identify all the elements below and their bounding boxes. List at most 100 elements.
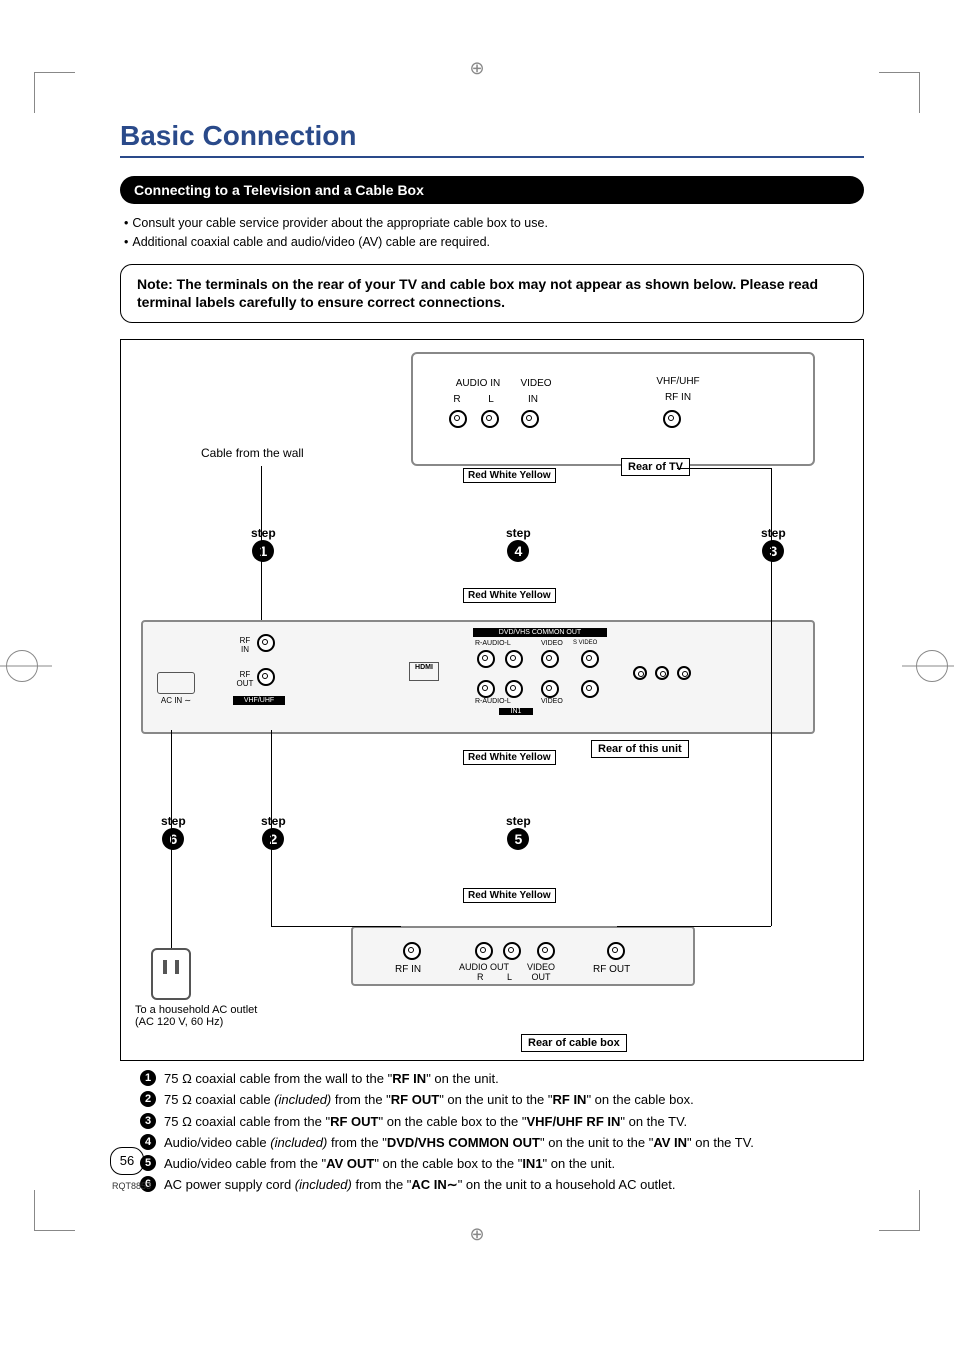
tv-l-label: L	[483, 394, 499, 405]
jack-icon	[481, 410, 499, 428]
unit-rfin-label: RF IN	[235, 636, 255, 654]
register-mark: ⊕	[469, 1224, 484, 1245]
unit-rear: RF IN RF OUT VHF/UHF AC IN ∼ HDMI DVD/VH…	[141, 620, 815, 734]
unit-svideo-label: S VIDEO	[573, 640, 597, 646]
svideo-jack-icon	[581, 680, 599, 698]
bullet-item: Consult your cable service provider abou…	[124, 214, 864, 233]
legend: 1 75 Ω coaxial cable from the wall to th…	[120, 1069, 864, 1195]
step-number: 3	[762, 540, 784, 562]
jack-icon	[633, 666, 647, 680]
unit-vhfuhf-label: VHF/UHF	[233, 696, 285, 705]
coax-jack-icon	[257, 634, 275, 652]
unit-in1-label: IN1	[499, 708, 533, 715]
unit-rfout-label: RF OUT	[235, 670, 255, 688]
intro-bullets: Consult your cable service provider abou…	[124, 214, 864, 252]
hdmi-port-icon: HDMI	[409, 662, 439, 681]
legend-number: 1	[140, 1070, 156, 1086]
register-mark	[6, 650, 38, 682]
crop-mark	[34, 72, 75, 113]
rwy-label: Red White Yellow	[463, 588, 556, 603]
tv-rear: AUDIO IN VIDEO R L IN VHF/UHF RF IN	[411, 352, 815, 466]
wiring-diagram: AUDIO IN VIDEO R L IN VHF/UHF RF IN Rear…	[120, 339, 864, 1061]
coax-jack-icon	[607, 942, 625, 960]
step-word: step	[161, 814, 186, 828]
wire-line	[271, 730, 272, 926]
jack-icon	[541, 680, 559, 698]
step-number: 5	[507, 828, 529, 850]
page-number: 56	[110, 1147, 144, 1175]
step-word: step	[261, 814, 286, 828]
coax-jack-icon	[663, 410, 681, 428]
rear-of-tv-label: Rear of TV	[621, 458, 690, 476]
unit-in1-video: VIDEO	[541, 698, 563, 705]
jack-icon	[477, 650, 495, 668]
legend-text: 75 Ω coaxial cable from the wall to the …	[164, 1069, 864, 1089]
step-number: 6	[162, 828, 184, 850]
ac-outlet-label: To a household AC outlet (AC 120 V, 60 H…	[135, 1004, 257, 1028]
register-mark	[916, 650, 948, 682]
register-mark: ⊕	[469, 58, 484, 79]
tv-video-label: VIDEO	[511, 378, 561, 389]
unit-in1-audio: R-AUDIO-L	[475, 698, 511, 705]
wire-line	[677, 468, 771, 469]
rear-of-unit-label: Rear of this unit	[591, 740, 689, 758]
unit-acin-label: AC IN ∼	[153, 696, 199, 705]
tv-audio-in-label: AUDIO IN	[443, 378, 513, 389]
section-header: Connecting to a Television and a Cable B…	[120, 176, 864, 204]
rwy-label: Red White Yellow	[463, 750, 556, 765]
jack-icon	[505, 680, 523, 698]
step-word: step	[506, 814, 531, 828]
legend-text: Audio/video cable from the "AV OUT" on t…	[164, 1154, 864, 1174]
ac-in-socket-icon	[157, 672, 195, 694]
cb-audioout-label: AUDIO OUT	[459, 962, 509, 972]
cb-videoout-label: VIDEO OUT	[527, 962, 555, 982]
cable-from-wall-label: Cable from the wall	[201, 446, 304, 460]
tv-rfin-label: RF IN	[643, 392, 713, 403]
cable-box-rear: RF IN AUDIO OUT R L VIDEO OUT RF OUT	[351, 926, 695, 986]
cb-r-label: R	[477, 972, 484, 982]
jack-icon	[475, 942, 493, 960]
crop-mark	[879, 1190, 920, 1231]
coax-jack-icon	[403, 942, 421, 960]
jack-icon	[503, 942, 521, 960]
wire-line	[261, 466, 262, 620]
legend-item: 4 Audio/video cable (included) from the …	[120, 1133, 864, 1153]
step-label: step 2	[261, 814, 286, 850]
crop-mark	[879, 72, 920, 113]
jack-icon	[537, 942, 555, 960]
rwy-label: Red White Yellow	[463, 468, 556, 483]
note-box: Note: The terminals on the rear of your …	[120, 264, 864, 324]
page-title: Basic Connection	[120, 120, 864, 158]
legend-item: 3 75 Ω coaxial cable from the "RF OUT" o…	[120, 1112, 864, 1132]
jack-icon	[477, 680, 495, 698]
crop-mark	[34, 1190, 75, 1231]
legend-number: 2	[140, 1091, 156, 1107]
step-word: step	[761, 526, 786, 540]
legend-text: Audio/video cable (included) from the "D…	[164, 1133, 864, 1153]
step-number: 2	[262, 828, 284, 850]
legend-text: 75 Ω coaxial cable (included) from the "…	[164, 1090, 864, 1110]
step-label: step 1	[251, 526, 276, 562]
legend-text: AC power supply cord (included) from the…	[164, 1175, 864, 1195]
rwy-label: Red White Yellow	[463, 888, 556, 903]
document-id: RQT8853	[112, 1181, 151, 1191]
legend-item: 2 75 Ω coaxial cable (included) from the…	[120, 1090, 864, 1110]
cb-l-label: L	[507, 972, 512, 982]
wire-line	[171, 730, 172, 948]
step-number: 4	[507, 540, 529, 562]
legend-item: 6 AC power supply cord (included) from t…	[120, 1175, 864, 1195]
step-label: step 3	[761, 526, 786, 562]
step-label: step 5	[506, 814, 531, 850]
jack-icon	[449, 410, 467, 428]
tv-vhfuhf-label: VHF/UHF	[643, 376, 713, 387]
legend-number: 4	[140, 1134, 156, 1150]
jack-icon	[541, 650, 559, 668]
tv-in-label: IN	[523, 394, 543, 405]
legend-number: 3	[140, 1113, 156, 1129]
unit-audio-label: R-AUDIO-L	[475, 640, 511, 647]
legend-item: 5 Audio/video cable from the "AV OUT" on…	[120, 1154, 864, 1174]
tv-r-label: R	[449, 394, 465, 405]
step-word: step	[506, 526, 531, 540]
jack-icon	[677, 666, 691, 680]
cb-rfin-label: RF IN	[395, 964, 421, 975]
